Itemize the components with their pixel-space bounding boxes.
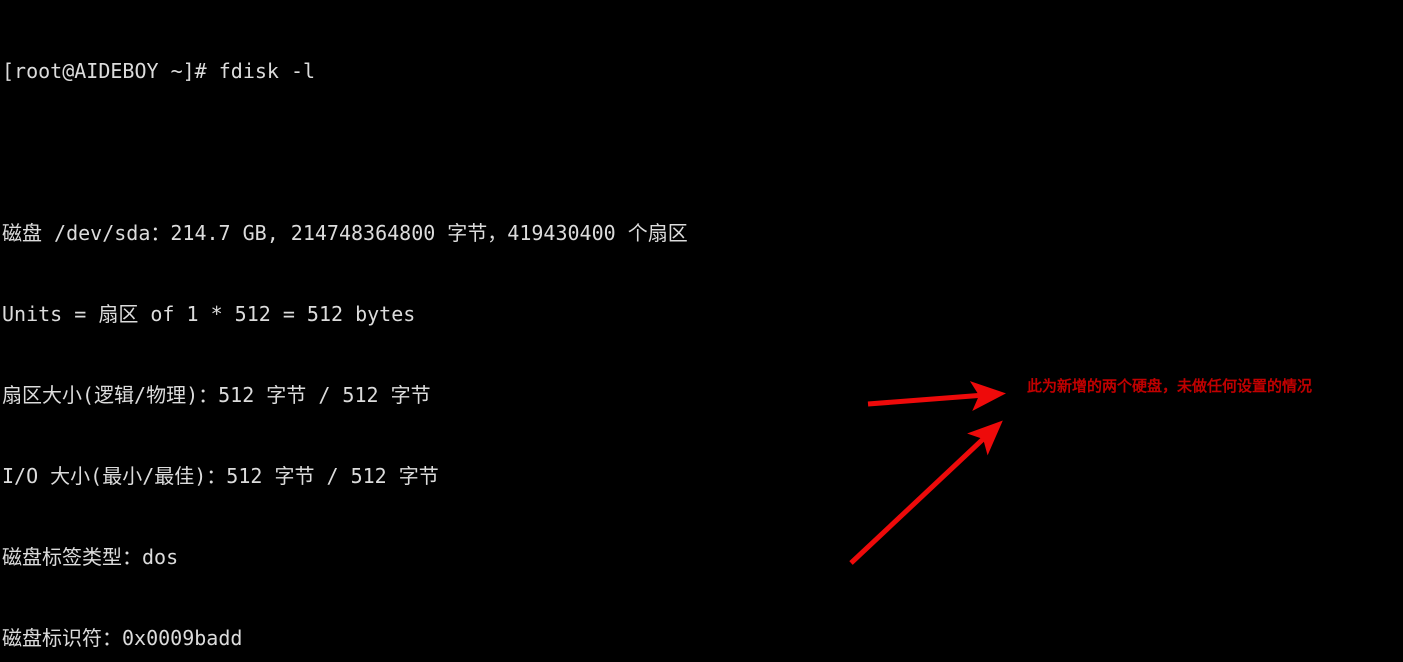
- terminal-line-prompt[interactable]: [root@AIDEBOY ~]# fdisk -l: [2, 58, 917, 85]
- disk-sda-units-line: Units = 扇区 of 1 * 512 = 512 bytes: [2, 302, 416, 326]
- terminal-window[interactable]: [root@AIDEBOY ~]# fdisk -l 磁盘 /dev/sda：2…: [0, 0, 1403, 662]
- disk-sda-header-line: 磁盘 /dev/sda：214.7 GB, 214748364800 字节，41…: [2, 221, 688, 245]
- disk-sda-sector-size-line: 扇区大小(逻辑/物理)：512 字节 / 512 字节: [2, 383, 431, 407]
- disk-sda-io-size-line: I/O 大小(最小/最佳)：512 字节 / 512 字节: [2, 464, 439, 488]
- terminal-output: [root@AIDEBOY ~]# fdisk -l 磁盘 /dev/sda：2…: [0, 0, 917, 662]
- annotation-note: 此为新增的两个硬盘，未做任何设置的情况: [1027, 377, 1313, 395]
- disk-sda-identifier-line: 磁盘标识符：0x0009badd: [2, 626, 243, 650]
- disk-sda-label-type-line: 磁盘标签类型：dos: [2, 545, 179, 569]
